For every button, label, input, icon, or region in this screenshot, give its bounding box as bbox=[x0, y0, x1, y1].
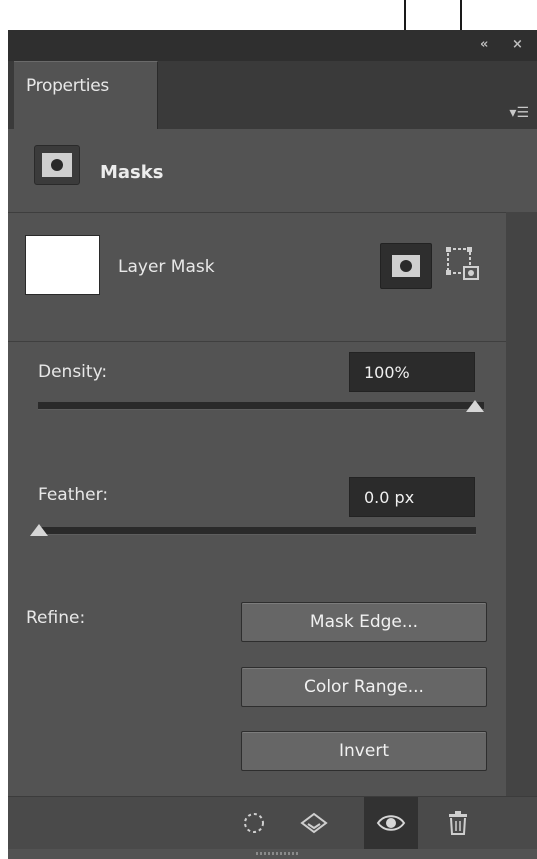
density-slider-track[interactable] bbox=[38, 402, 484, 410]
masks-header: Masks bbox=[8, 129, 537, 213]
bottom-toolbar bbox=[8, 796, 537, 849]
tab-properties[interactable]: Properties bbox=[14, 61, 158, 130]
density-slider-handle[interactable] bbox=[466, 400, 484, 412]
panel-menu-icon[interactable]: ▾☰ bbox=[509, 105, 529, 121]
feather-input[interactable]: 0.0 px bbox=[349, 477, 475, 517]
feather-label: Feather: bbox=[38, 485, 109, 505]
properties-panel: « × Properties ▾☰ Masks Layer Mask Densi… bbox=[8, 30, 537, 859]
layer-mask-thumbnail[interactable] bbox=[25, 235, 100, 295]
invert-button[interactable]: Invert bbox=[241, 731, 487, 771]
panel-title-bar[interactable]: « × bbox=[8, 30, 537, 61]
apply-mask-icon[interactable] bbox=[292, 797, 336, 849]
section-title: Masks bbox=[100, 162, 164, 183]
density-input[interactable]: 100% bbox=[349, 352, 475, 392]
load-selection-icon[interactable] bbox=[232, 797, 276, 849]
color-range-button[interactable]: Color Range... bbox=[241, 667, 487, 707]
tab-properties-label: Properties bbox=[26, 76, 109, 96]
vertical-scrollbar[interactable] bbox=[506, 212, 537, 808]
vector-mask-icon bbox=[446, 247, 479, 280]
layer-mask-row: Layer Mask bbox=[8, 213, 506, 342]
tab-row: Properties ▾☰ bbox=[8, 61, 537, 130]
collapse-icon[interactable]: « bbox=[480, 38, 488, 52]
pixel-mask-button[interactable] bbox=[380, 243, 432, 289]
pixel-mask-icon bbox=[392, 255, 420, 277]
layer-mask-label: Layer Mask bbox=[118, 257, 215, 277]
feather-slider-handle[interactable] bbox=[30, 524, 48, 536]
delete-mask-icon[interactable] bbox=[436, 797, 480, 849]
close-icon[interactable]: × bbox=[512, 38, 523, 52]
mask-edge-button[interactable]: Mask Edge... bbox=[241, 602, 487, 642]
mask-thumbnail-icon bbox=[34, 145, 80, 185]
toggle-visibility-icon[interactable] bbox=[364, 797, 418, 849]
resize-grip[interactable] bbox=[256, 852, 300, 855]
density-label: Density: bbox=[38, 362, 108, 382]
vector-mask-button[interactable] bbox=[442, 243, 482, 287]
feather-slider-track[interactable] bbox=[38, 527, 476, 535]
refine-label: Refine: bbox=[26, 608, 86, 628]
